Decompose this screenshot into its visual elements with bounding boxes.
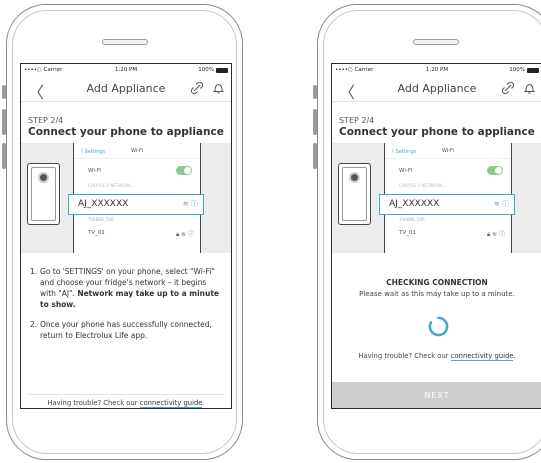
loading-spinner-icon [428, 316, 449, 337]
settings-title: Wi-Fi [131, 148, 143, 154]
volume-down-button [313, 143, 317, 169]
help-text: Having trouble? Check our connectivity g… [358, 352, 516, 361]
app-header: 〈 Add Appliance [332, 76, 541, 102]
volume-up-button [313, 109, 317, 135]
instruction-item: 2. Once your phone has successfully conn… [30, 320, 212, 340]
status-bar: ••••○ Carrier 1:20 PM 100% [21, 64, 231, 76]
battery-indicator: 100% [198, 67, 228, 73]
mute-switch [313, 85, 317, 99]
wifi-info-icons: ≋ ⓘ [493, 200, 509, 208]
battery-indicator: 100% [509, 67, 539, 73]
battery-icon [527, 67, 539, 73]
connectivity-guide-link[interactable]: connectivity guide [450, 352, 514, 361]
volume-down-button [2, 143, 6, 169]
instructions-list: 1. Go to 'SETTINGS' on your phone, selec… [30, 266, 223, 341]
status-time: 1:20 PM [425, 67, 449, 73]
faint-network-label: TVABBB_500 [399, 217, 425, 222]
fridge-icon [338, 163, 371, 225]
step-label: STEP 2/4 [339, 116, 375, 125]
phone-speaker [412, 39, 459, 45]
connectivity-guide-link[interactable]: connectivity guide [139, 399, 203, 408]
wifi-illustration: 〈 Settings Wi-Fi Wi-Fi CHOOSE A NETWORK.… [21, 143, 231, 253]
screen-checking-connection: ••••○ Carrier 1:20 PM 100% 〈 Add Applian… [331, 63, 541, 409]
battery-percent: 100% [198, 67, 214, 73]
next-button[interactable]: NEXT [332, 382, 541, 408]
wifi-toggle-icon [176, 166, 192, 175]
network-section-label: CHOOSE A NETWORK... [88, 183, 135, 188]
network-section-label: CHOOSE A NETWORK... [399, 183, 446, 188]
wifi-label: Wi-Fi [399, 168, 413, 174]
checking-message: Please wait as this may take up to a min… [359, 290, 515, 298]
bell-icon[interactable] [213, 82, 224, 94]
network-name: AJ_XXXXXX [78, 199, 129, 209]
battery-icon [216, 67, 228, 73]
app-header: 〈 Add Appliance [21, 76, 231, 102]
checking-connection: CHECKING CONNECTION Please wait as this … [332, 278, 541, 298]
carrier-label: ••••○ Carrier [335, 67, 374, 73]
wifi-toggle-icon [487, 166, 503, 175]
wifi-label: Wi-Fi [88, 168, 102, 174]
wifi-illustration: 〈 Settings Wi-Fi Wi-Fi CHOOSE A NETWORK.… [332, 143, 541, 253]
volume-up-button [2, 109, 6, 135]
phone-frame-right: ••••○ Carrier 1:20 PM 100% 〈 Add Applian… [313, 4, 541, 460]
sensor-icon [349, 172, 360, 183]
checking-title: CHECKING CONNECTION [386, 278, 488, 287]
step-title: Connect your phone to appliance [28, 126, 224, 138]
home-indicator [90, 441, 160, 443]
screen-step-2: ••••○ Carrier 1:20 PM 100% 〈 Add Applian… [20, 63, 232, 409]
sensor-icon [38, 172, 49, 183]
battery-percent: 100% [509, 67, 525, 73]
step-title: Connect your phone to appliance [339, 126, 535, 138]
highlighted-network: AJ_XXXXXX ≋ ⓘ [68, 194, 204, 215]
phone-frame-left: ••••○ Carrier 1:20 PM 100% 〈 Add Applian… [2, 4, 243, 460]
faint-network-label: TVABBB_500 [88, 217, 114, 222]
status-time: 1:20 PM [114, 67, 138, 73]
mute-switch [2, 85, 6, 99]
carrier-label: ••••○ Carrier [24, 67, 63, 73]
link-icon[interactable] [191, 82, 203, 94]
bell-icon[interactable] [524, 82, 535, 94]
lock-wifi-info-icons: 🔒︎ ≋ ⓘ [175, 231, 194, 238]
link-icon[interactable] [502, 82, 514, 94]
home-indicator [401, 441, 471, 443]
step-label: STEP 2/4 [28, 116, 64, 125]
other-network-label: TV_01 [88, 230, 105, 236]
fridge-icon [27, 163, 60, 225]
wifi-info-icons: ≋ ⓘ [182, 200, 198, 208]
other-network-label: TV_01 [399, 230, 416, 236]
instruction-item: 1. Go to 'SETTINGS' on your phone, selec… [30, 267, 219, 309]
status-bar: ••••○ Carrier 1:20 PM 100% [332, 64, 541, 76]
help-text: Having trouble? Check our connectivity g… [28, 394, 224, 408]
network-name: AJ_XXXXXX [389, 199, 440, 209]
highlighted-network: AJ_XXXXXX ≋ ⓘ [379, 194, 515, 215]
lock-wifi-info-icons: 🔒︎ ≋ ⓘ [486, 231, 505, 238]
settings-title: Wi-Fi [442, 148, 454, 154]
phone-speaker [101, 39, 148, 45]
